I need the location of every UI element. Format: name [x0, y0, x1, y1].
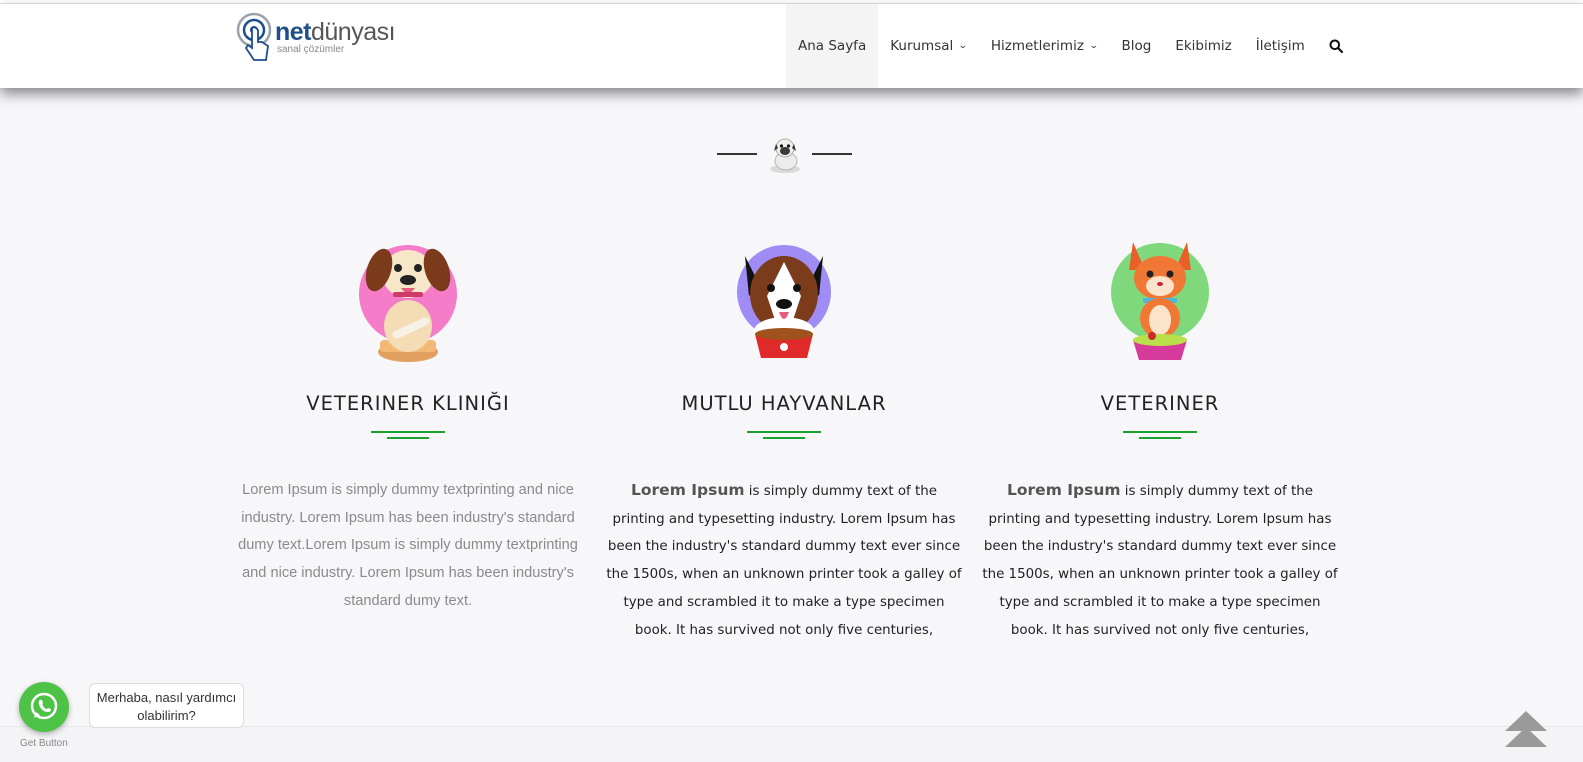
divider-line-left — [717, 153, 757, 155]
logo-name-rest: dünyası — [311, 18, 396, 46]
feature-text-body: is simply dummy text of the printing and… — [606, 484, 962, 638]
feature-text: Lorem Ipsum is simply dummy textprinting… — [238, 482, 578, 609]
nav-item-ana-sayfa[interactable]: Ana Sayfa — [786, 4, 879, 88]
feature-text: Lorem Ipsum is simply dummy text of the … — [980, 477, 1340, 644]
nav-item-iletisim[interactable]: İletişim — [1244, 4, 1317, 88]
nav-label: Ekibimiz — [1175, 38, 1232, 54]
dog-bone-illustration — [359, 245, 457, 362]
title-underline — [371, 431, 445, 433]
nav-item-kurumsal[interactable]: Kurumsal ⌄ — [878, 4, 979, 88]
search-icon — [1329, 39, 1343, 53]
title-underline-short — [1139, 437, 1181, 439]
nav-item-blog[interactable]: Blog — [1109, 4, 1163, 88]
site-header: netdünyası sanal çözümler Ana Sayfa Kuru… — [0, 4, 1583, 88]
chevron-down-icon: ⌄ — [958, 41, 968, 51]
nav-label: Blog — [1121, 38, 1152, 54]
feature-text-bold: Lorem Ipsum — [631, 481, 745, 499]
footer-strip — [0, 726, 1583, 762]
nav-label: Ana Sayfa — [798, 38, 867, 54]
touch-hand-icon — [236, 12, 272, 61]
nav-label: Kurumsal — [890, 38, 954, 54]
feature-text: Lorem Ipsum is simply dummy text of the … — [604, 477, 964, 644]
search-button[interactable] — [1317, 4, 1355, 88]
whatsapp-message-bubble[interactable]: Merhaba, nasıl yardımcı olabilirim? — [89, 683, 244, 728]
whatsapp-icon — [30, 692, 58, 720]
title-underline — [1123, 431, 1197, 433]
feature-card-mutlu-hayvanlar: MUTLU HAYVANLAR Lorem Ipsum is simply du… — [604, 236, 964, 644]
main-nav: Ana Sayfa Kurumsal ⌄ Hizmetlerimiz ⌄ Blog … — [786, 4, 1355, 88]
scroll-to-top-button[interactable] — [1503, 709, 1549, 749]
nav-item-ekibimiz[interactable]: Ekibimiz — [1163, 4, 1243, 88]
nav-label: Hizmetlerimiz — [990, 38, 1084, 54]
logo-wordmark: netdünyası — [275, 18, 396, 47]
nav-item-hizmetlerimiz[interactable]: Hizmetlerimiz ⌄ — [979, 4, 1110, 88]
nav-label: İletişim — [1255, 38, 1305, 54]
title-underline-short — [763, 437, 805, 439]
logo-name-bold: net — [275, 18, 312, 46]
whatsapp-label: Get Button — [20, 738, 68, 749]
logo-tagline: sanal çözümler — [277, 44, 345, 55]
feature-title: MUTLU HAYVANLAR — [681, 392, 887, 415]
title-underline-short — [387, 437, 429, 439]
feature-card-veteriner: VETERINER Lorem Ipsum is simply dummy te… — [980, 236, 1340, 644]
whatsapp-button[interactable] — [19, 682, 69, 732]
feature-title: VETERINER KLINIĞI — [306, 392, 510, 415]
cat-food-bowl-illustration — [1111, 242, 1209, 360]
collie-food-bowl-illustration — [737, 245, 831, 358]
feature-title: VETERINER — [1100, 392, 1220, 415]
divider-line-right — [812, 153, 852, 155]
title-underline — [747, 431, 821, 433]
pug-icon — [770, 138, 800, 173]
feature-card-veteriner-klinigi: VETERINER KLINIĞI Lorem Ipsum is simply … — [228, 236, 588, 616]
chevron-down-icon: ⌄ — [1088, 41, 1099, 51]
feature-text-bold: Lorem Ipsum — [1007, 481, 1121, 499]
feature-text-body: is simply dummy text of the printing and… — [982, 484, 1338, 638]
site-logo[interactable]: netdünyası sanal çözümler — [236, 10, 396, 66]
